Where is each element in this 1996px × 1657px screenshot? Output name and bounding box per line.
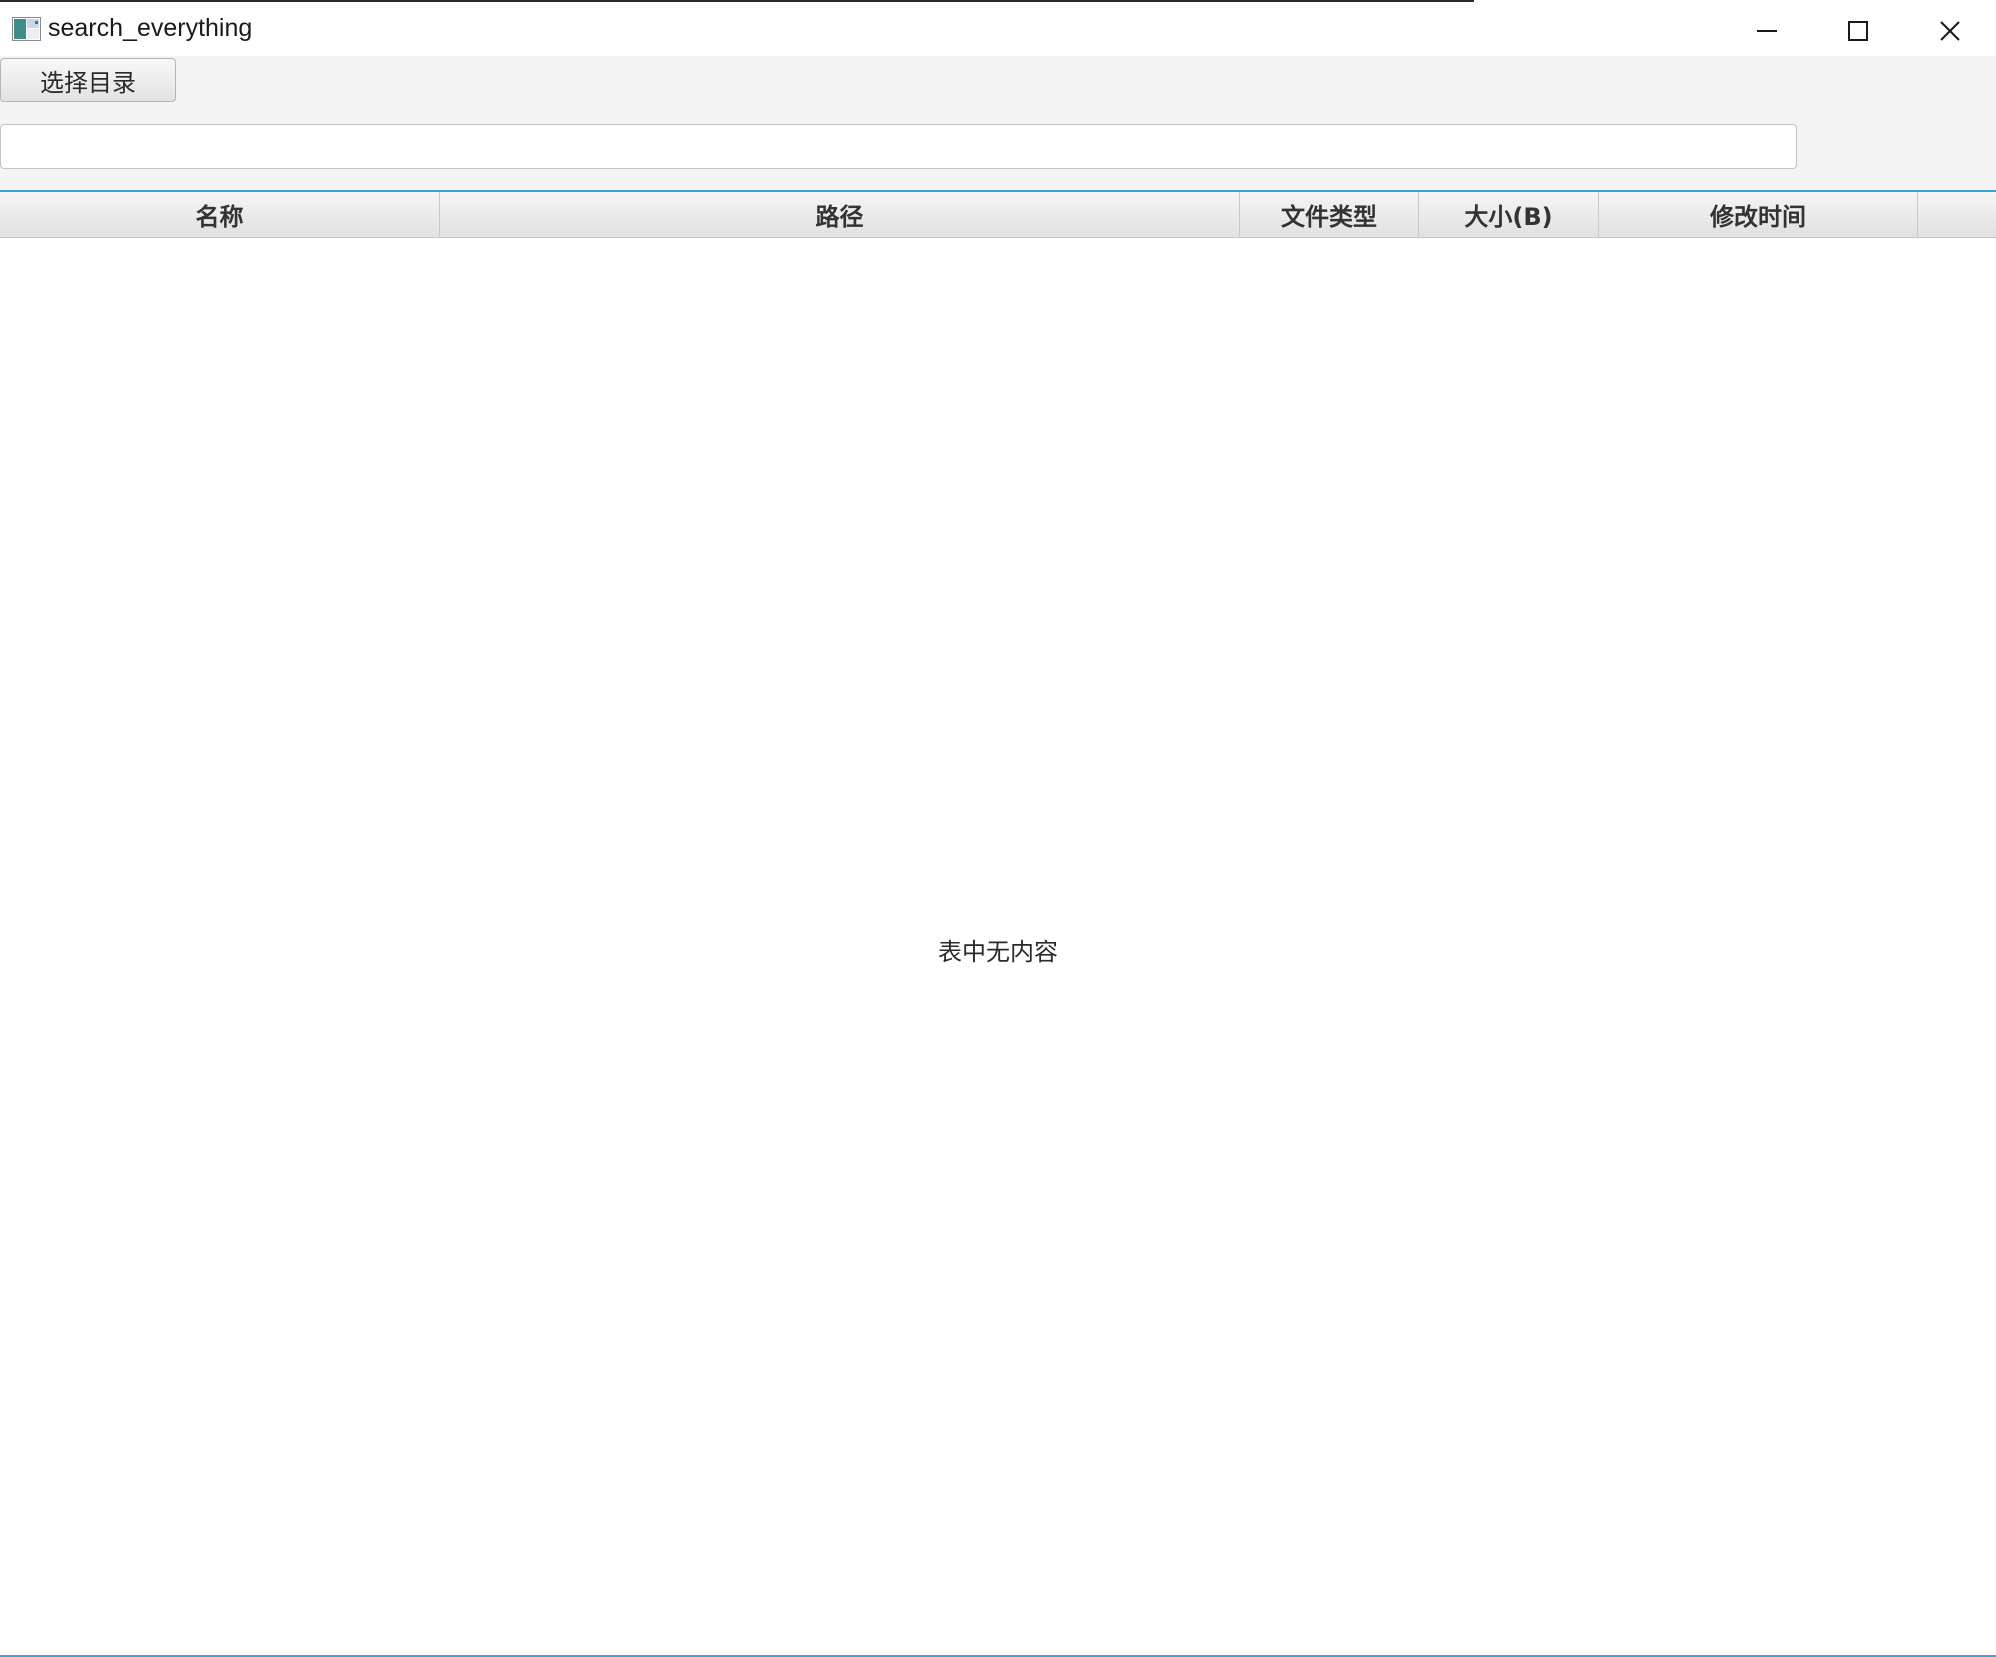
- table-header: 名称 路径 文件类型 大小(B) 修改时间: [0, 192, 1996, 238]
- close-icon: [1940, 21, 1960, 41]
- column-header-size[interactable]: 大小(B): [1419, 192, 1599, 237]
- minimize-icon: [1757, 30, 1777, 32]
- maximize-icon: [1848, 21, 1868, 41]
- app-icon: [12, 17, 41, 41]
- window-title: search_everything: [48, 14, 253, 42]
- column-header-filler: [1918, 192, 1996, 237]
- column-header-file-type[interactable]: 文件类型: [1240, 192, 1419, 237]
- minimize-button[interactable]: [1722, 4, 1812, 58]
- column-header-modified-time[interactable]: 修改时间: [1599, 192, 1918, 237]
- maximize-button[interactable]: [1813, 4, 1903, 58]
- results-table[interactable]: 名称 路径 文件类型 大小(B) 修改时间 表中无内容: [0, 190, 1996, 1657]
- title-bar[interactable]: search_everything: [0, 2, 1996, 56]
- search-input[interactable]: [0, 124, 1797, 169]
- column-header-name[interactable]: 名称: [0, 192, 440, 237]
- column-header-path[interactable]: 路径: [440, 192, 1240, 237]
- empty-table-placeholder: 表中无内容: [938, 938, 1058, 966]
- toolbar: 选择目录: [0, 56, 1996, 190]
- close-button[interactable]: [1905, 4, 1995, 58]
- choose-directory-button[interactable]: 选择目录: [0, 58, 176, 102]
